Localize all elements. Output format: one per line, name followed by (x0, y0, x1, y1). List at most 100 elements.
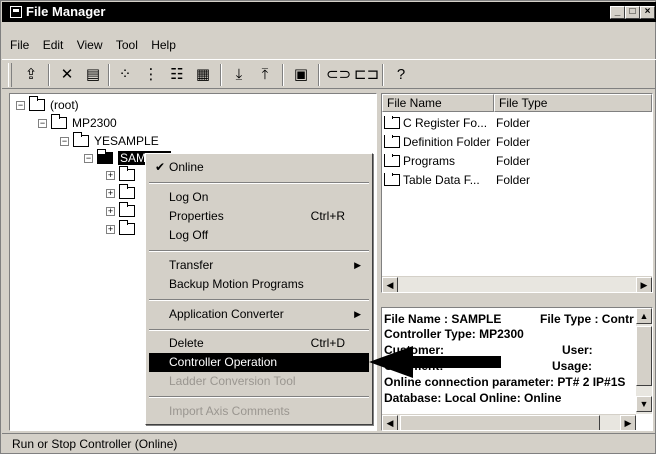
column-header-file-name[interactable]: File Name (382, 94, 494, 112)
info-file-name: File Name : SAMPLE (384, 312, 502, 326)
pointer-arrow-icon (369, 346, 501, 378)
small-icons-icon[interactable]: ⁘ (114, 64, 136, 86)
menu-file[interactable]: File (5, 36, 34, 54)
tree-label-controller: MP2300 (72, 116, 117, 130)
submenu-arrow-icon: ▶ (354, 260, 361, 270)
help-icon[interactable]: ? (390, 64, 412, 86)
list-item-type: Folder (496, 116, 531, 130)
toolbar-separator (48, 64, 50, 86)
toolbar-grip[interactable] (8, 63, 12, 87)
menu-item-backup-motion[interactable]: Backup Motion Programs (149, 275, 369, 294)
info-vertical-scrollbar[interactable]: ▲ ▼ (636, 308, 652, 414)
scroll-down-icon[interactable]: ▼ (636, 396, 652, 412)
scroll-right-icon[interactable]: ▶ (620, 415, 636, 430)
menu-item-delete-label: Delete (169, 336, 204, 350)
tree-node-child[interactable]: + (106, 184, 140, 199)
menu-item-application-converter[interactable]: Application Converter ▶ (149, 305, 369, 324)
toolbar-separator (220, 64, 222, 86)
column-header-file-type[interactable]: File Type (494, 94, 652, 112)
menu-item-transfer-label: Transfer (169, 258, 214, 272)
info-user: User: (562, 343, 593, 357)
list-item-name: Definition Folder (403, 135, 491, 149)
expand-icon[interactable]: + (106, 206, 115, 216)
title-bar[interactable]: File Manager _ □ × (2, 2, 656, 22)
expand-icon[interactable]: + (106, 170, 115, 180)
connect-icon[interactable]: ⊂⊃ (326, 64, 351, 86)
tree-node-child[interactable]: + (106, 202, 140, 217)
expand-icon[interactable]: + (106, 224, 115, 234)
tree-node-child[interactable]: + (106, 220, 140, 235)
status-bar: Run or Stop Controller (Online) (2, 433, 656, 454)
scroll-left-icon[interactable]: ◀ (382, 277, 398, 292)
toolbar-separator (382, 64, 384, 86)
menu-tool[interactable]: Tool (111, 36, 143, 54)
folder-icon (384, 154, 400, 167)
menu-item-online[interactable]: ✔ Online (149, 158, 369, 177)
list-item[interactable]: Programs Folder (384, 152, 530, 170)
tree-node-root[interactable]: − (root) (16, 96, 79, 112)
toolbar-separator (282, 64, 284, 86)
menu-bar: File Edit View Tool Help (5, 36, 181, 54)
menu-separator (149, 329, 369, 331)
download-icon[interactable]: ⤓ (228, 64, 250, 86)
close-button[interactable]: × (640, 6, 655, 19)
menu-item-delete[interactable]: Delete Ctrl+D (149, 334, 369, 353)
folder-icon (51, 114, 67, 129)
properties-icon[interactable]: ▤ (82, 64, 104, 86)
info-horizontal-scrollbar[interactable]: ◀ ▶ (382, 414, 636, 430)
save-icon[interactable]: ▣ (290, 64, 312, 86)
menu-edit[interactable]: Edit (38, 36, 69, 54)
tree-view-icon[interactable]: ⋮ (140, 64, 162, 86)
list-view-icon[interactable]: ☷ (166, 64, 188, 86)
list-item-type: Folder (496, 154, 531, 168)
up-folder-icon[interactable]: ⇪ (20, 64, 42, 86)
menu-item-log-on[interactable]: Log On (149, 188, 369, 207)
collapse-icon[interactable]: − (60, 136, 69, 146)
expand-icon[interactable]: + (106, 188, 115, 198)
menu-separator (149, 182, 369, 184)
tree-node-child[interactable]: + (106, 166, 140, 181)
details-view-icon[interactable]: ▦ (192, 64, 214, 86)
info-usage: Usage: (552, 359, 593, 373)
minimize-button[interactable]: _ (610, 6, 625, 19)
list-horizontal-scrollbar[interactable]: ◀ ▶ (382, 276, 652, 292)
collapse-icon[interactable]: − (84, 153, 93, 163)
list-item-name: Programs (403, 154, 456, 168)
disconnect-icon[interactable]: ⊏⊐ (354, 64, 379, 86)
menu-item-properties[interactable]: Properties Ctrl+R (149, 207, 369, 226)
file-list-pane[interactable]: File Name File Type C Register Fo... Fol… (381, 93, 653, 293)
tree-node-controller[interactable]: − MP2300 (38, 114, 117, 130)
scroll-left-icon[interactable]: ◀ (382, 415, 398, 430)
list-item-name: C Register Fo... (403, 116, 488, 130)
toolbar-separator (318, 64, 320, 86)
menu-help[interactable]: Help (146, 36, 181, 54)
list-item-type: Folder (496, 135, 531, 149)
menu-item-controller-operation[interactable]: Controller Operation (149, 353, 369, 372)
list-item[interactable]: Table Data F... Folder (384, 171, 530, 189)
list-header: File Name File Type (382, 94, 652, 112)
menu-item-transfer[interactable]: Transfer ▶ (149, 256, 369, 275)
scroll-thumb[interactable] (636, 326, 652, 386)
list-item[interactable]: Definition Folder Folder (384, 133, 530, 151)
collapse-icon[interactable]: − (38, 118, 47, 128)
toolbar-separator (108, 64, 110, 86)
scroll-thumb[interactable] (400, 415, 600, 430)
status-text: Run or Stop Controller (Online) (12, 437, 178, 451)
list-item[interactable]: C Register Fo... Folder (384, 114, 530, 132)
folder-icon (119, 184, 135, 199)
tree-label-root: (root) (50, 98, 79, 112)
menu-view[interactable]: View (72, 36, 108, 54)
tree-node-project[interactable]: − YESAMPLE (60, 132, 159, 148)
delete-icon[interactable]: ✕ (56, 64, 78, 86)
maximize-button[interactable]: □ (625, 6, 640, 19)
folder-icon (119, 220, 135, 235)
shortcut-label: Ctrl+R (310, 209, 345, 223)
folder-icon (73, 132, 89, 147)
submenu-arrow-icon: ▶ (354, 309, 361, 319)
upload-icon[interactable]: ⤒ (254, 64, 276, 86)
collapse-icon[interactable]: − (16, 100, 25, 110)
scroll-right-icon[interactable]: ▶ (636, 277, 652, 292)
scroll-up-icon[interactable]: ▲ (636, 308, 652, 324)
menu-item-properties-label: Properties (169, 209, 224, 223)
menu-item-log-off[interactable]: Log Off (149, 226, 369, 245)
